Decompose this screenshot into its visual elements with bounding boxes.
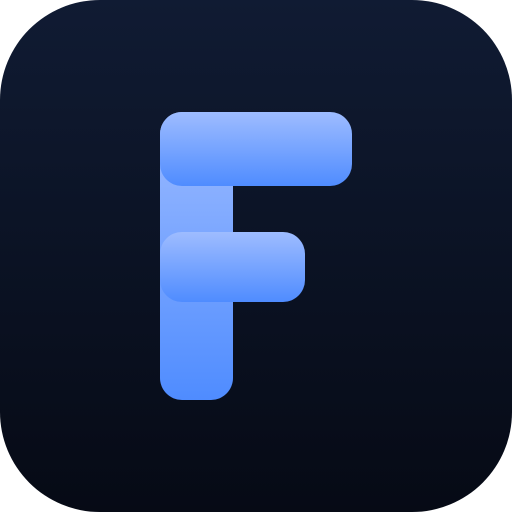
app-icon-graphic bbox=[0, 0, 512, 512]
letter-f-middle-bar bbox=[160, 232, 305, 302]
letter-f-top-bar bbox=[160, 112, 352, 186]
app-icon bbox=[0, 0, 512, 512]
